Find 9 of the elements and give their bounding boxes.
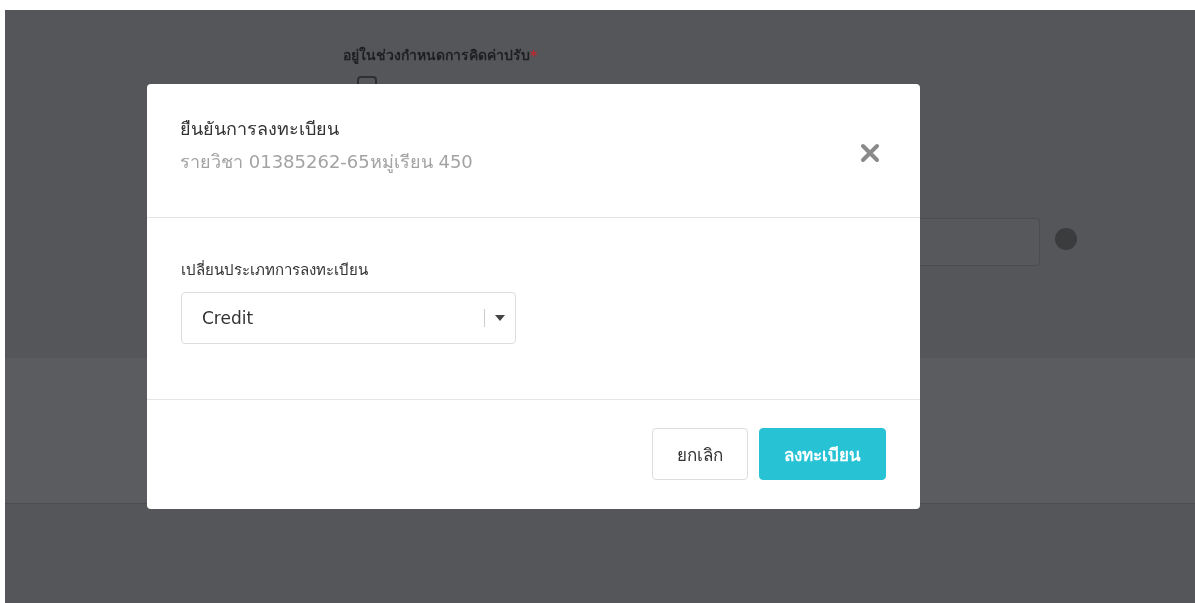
dialog-subtitle: รายวิชา 01385262-65หมู่เรียน 450 [180,150,473,175]
dialog-title: ยืนยันการลงทะเบียน [180,117,340,141]
field-label: อยู่ในช่วงกำหนดการคิดค่าปรับ [343,47,530,63]
caret-icon [495,315,505,321]
select-field[interactable]: Credit [181,292,516,344]
close-button[interactable] [859,142,881,164]
required-mark: * [530,47,538,63]
cancel-button[interactable]: ยกเลิก [652,428,748,480]
field-label: เปลี่ยนประเภทการลงทะเบียน [181,259,369,281]
